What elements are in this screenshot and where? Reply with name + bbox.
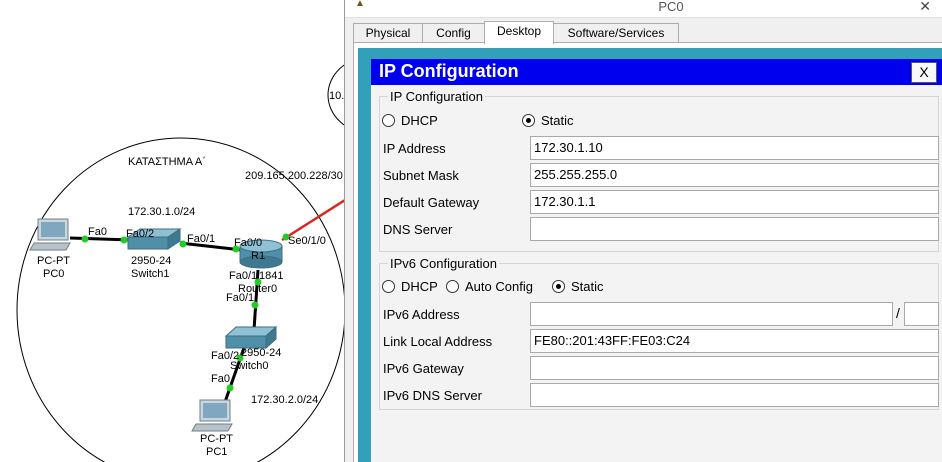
- ipv4-dhcp-label: DHCP: [401, 113, 438, 128]
- link-local-address-label: Link Local Address: [383, 334, 493, 349]
- pc0-port-label: Fa0: [88, 226, 107, 238]
- dns-server-label: DNS Server: [383, 222, 453, 237]
- router-port-c-label: Se0/1/0: [288, 235, 326, 247]
- ipv4-config-group: IP Configuration DHCP Static IP Address …: [379, 89, 939, 252]
- tab-software-services[interactable]: Software/Services: [553, 23, 679, 43]
- subnet-mask-label: Subnet Mask: [383, 168, 459, 183]
- ip-address-input[interactable]: 172.30.1.10: [530, 136, 939, 160]
- ipv6-auto-config-label: Auto Config: [465, 279, 533, 294]
- ip-config-title: IP Configuration: [379, 61, 519, 81]
- ipv6-prefix-input[interactable]: [904, 302, 939, 326]
- port-dot: [179, 240, 187, 248]
- pc1-name-label: PC1: [206, 446, 228, 458]
- ip-config-titlebar: IP Configuration X: [371, 59, 942, 85]
- switch0-name-label: Switch0: [230, 360, 269, 372]
- ipv4-static-label: Static: [541, 113, 574, 128]
- ipv6-static-radio[interactable]: Static: [552, 279, 604, 294]
- switch1-port-a-label: Fa0/2: [126, 228, 155, 240]
- ipv6-gateway-input[interactable]: [530, 356, 939, 380]
- dns-server-input[interactable]: [530, 217, 939, 241]
- switch0-model-label: 2950-24: [241, 347, 282, 359]
- ipv6-dhcp-radio[interactable]: DHCP: [382, 279, 438, 294]
- ipv6-config-group: IPv6 Configuration DHCP Auto Config Stat…: [379, 256, 939, 410]
- default-gateway-label: Default Gateway: [383, 195, 480, 210]
- switch0-port-a-label: Fa0/1: [226, 292, 255, 304]
- ipv6-address-label: IPv6 Address: [383, 307, 460, 322]
- ip-configuration-dialog: IP Configuration X IP Configuration DHCP…: [371, 59, 942, 462]
- default-gateway-input[interactable]: 172.30.1.1: [530, 190, 939, 214]
- router-port-b-label: Fa0/1: [229, 270, 258, 282]
- pc1-port-label: Fa0: [211, 373, 230, 385]
- switch1-model-label: 2950-24: [131, 255, 172, 267]
- radio-off-icon: [446, 280, 459, 293]
- window-titlebar[interactable]: ▲ PC0 ✕: [345, 0, 942, 18]
- pc1-device-icon[interactable]: [191, 399, 233, 432]
- link-serial-wan[interactable]: [281, 198, 345, 242]
- wan-network-label: 209.165.200.228/30: [245, 170, 343, 182]
- ipv6-address-input[interactable]: [530, 302, 893, 326]
- port-dot: [226, 384, 234, 392]
- ipv6-group-title: IPv6 Configuration: [388, 256, 499, 271]
- radio-off-icon: [382, 114, 395, 127]
- ipv6-dns-server-label: IPv6 DNS Server: [383, 388, 482, 403]
- tab-physical[interactable]: Physical: [353, 23, 423, 43]
- link-local-address-input[interactable]: FE80::201:43FF:FE03:C24: [530, 329, 939, 353]
- tab-desktop[interactable]: Desktop: [484, 21, 554, 44]
- ipv4-dhcp-radio[interactable]: DHCP: [382, 113, 438, 128]
- ipv4-static-radio[interactable]: Static: [522, 113, 574, 128]
- prefix-separator: /: [896, 305, 900, 321]
- ipv6-static-label: Static: [571, 279, 604, 294]
- network1-label: 172.30.1.0/24: [128, 206, 196, 218]
- router-name-label: R1: [251, 250, 266, 262]
- ipv6-auto-config-radio[interactable]: Auto Config: [446, 279, 533, 294]
- topology-canvas: [16, 63, 345, 462]
- radio-on-icon: [552, 280, 565, 293]
- ip-config-close-button[interactable]: X: [911, 62, 937, 83]
- topology-workspace[interactable]: ΚΑΤΑΣΤΗΜΑ Α΄ 172.30.1.0/24 172.30.2.0/24…: [0, 0, 345, 462]
- ipv6-dns-server-input[interactable]: [530, 383, 939, 407]
- close-window-button[interactable]: ✕: [919, 0, 931, 15]
- router-port-a-label: Fa0/0: [234, 237, 263, 249]
- cut-network-label: 10.: [329, 90, 345, 102]
- ipv4-group-title: IP Configuration: [388, 89, 485, 104]
- tab-config[interactable]: Config: [422, 23, 485, 43]
- window-title: PC0: [658, 0, 684, 14]
- ipv6-gateway-label: IPv6 Gateway: [383, 361, 464, 376]
- radio-on-icon: [522, 114, 535, 127]
- network2-label: 172.30.2.0/24: [251, 394, 319, 406]
- pc0-device-icon[interactable]: [29, 218, 71, 251]
- ip-address-label: IP Address: [383, 141, 446, 156]
- switch1-port-b-label: Fa0/1: [187, 233, 216, 245]
- router-model-label: 1841: [259, 270, 284, 282]
- ipv6-dhcp-label: DHCP: [401, 279, 438, 294]
- switch1-name-label: Switch1: [131, 268, 170, 280]
- area-label: ΚΑΤΑΣΤΗΜΑ Α΄: [128, 156, 206, 168]
- pc1-type-label: PC-PT: [200, 433, 233, 445]
- subnet-mask-input[interactable]: 255.255.255.0: [530, 163, 939, 187]
- switch0-device-icon[interactable]: [224, 325, 278, 350]
- radio-off-icon: [382, 280, 395, 293]
- pc0-name-label: PC0: [43, 268, 65, 280]
- pc0-window: ▲ PC0 ✕ Physical Config Desktop Software…: [344, 0, 942, 462]
- area-boundary: [16, 137, 345, 462]
- pc0-type-label: PC-PT: [37, 255, 70, 267]
